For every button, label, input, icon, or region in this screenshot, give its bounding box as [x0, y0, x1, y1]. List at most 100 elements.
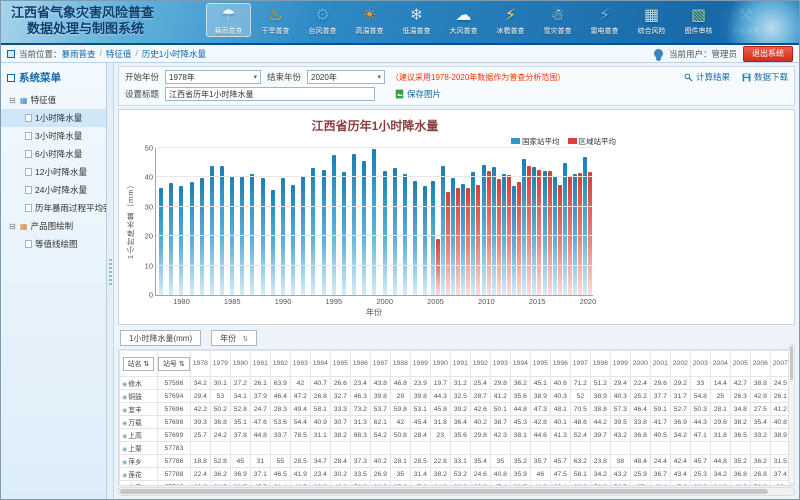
radio-icon[interactable]: ◉ — [122, 473, 127, 479]
table-row[interactable]: ◉宜丰5769642.250.252.824.728.349.458.133.3… — [120, 403, 791, 416]
typhoon-icon: ⚙ — [300, 4, 345, 27]
table-row[interactable]: ◉修水5759834.230.127.226.163.94240.726.623… — [120, 377, 791, 390]
radio-icon[interactable]: ◉ — [122, 382, 127, 388]
value-cell: 42.3 — [490, 429, 510, 442]
bar-group-1981 — [186, 148, 196, 295]
toolbar-item-settings[interactable]: ⚒系统设置 — [723, 3, 768, 37]
breadcrumb-item[interactable]: 暴雨普查 — [62, 48, 96, 60]
regional-bar-2010 — [487, 171, 491, 295]
station-sort-dropdown[interactable]: 站名 ⇅ — [123, 357, 155, 371]
value-cell: 50.1 — [490, 403, 510, 416]
table-row[interactable]: ◉万载5769839.336.835.147.653.654.440.930.7… — [120, 416, 791, 429]
station-name-cell[interactable]: ◉上高 — [120, 429, 158, 442]
expander-icon[interactable]: ⊟ — [9, 96, 17, 105]
value-cell: 26.9 — [370, 468, 390, 481]
station-name-cell[interactable]: ◉铜鼓 — [120, 390, 158, 403]
toolbar-item-hail[interactable]: ⚡冰雹普查 — [488, 3, 533, 37]
station-name-cell[interactable]: ◉上栗 — [120, 442, 158, 455]
table-row[interactable]: ◉宜春5779323.928.538.545.521.446.532.842.8… — [120, 481, 791, 487]
station-name-cell[interactable]: ◉莲花 — [120, 468, 158, 481]
sidebar-splitter[interactable] — [107, 63, 114, 499]
start-year-select[interactable]: 1978年 ▾ — [165, 70, 261, 84]
sidebar-item-24小时降水量[interactable]: 24小时降水量 — [1, 181, 106, 199]
value-cell — [570, 442, 590, 455]
value-cell: 43.2 — [610, 429, 630, 442]
table-row[interactable]: ◉莲花5778822.436.236.937.146.541.923.430.2… — [120, 468, 791, 481]
value-cell: 46 — [530, 468, 550, 481]
value-cell: 30.1 — [210, 377, 230, 390]
sidebar-item-6小时降水量[interactable]: 6小时降水量 — [1, 145, 106, 163]
gridline — [156, 206, 593, 207]
radio-icon[interactable]: ◉ — [122, 460, 127, 466]
breadcrumb-item[interactable]: 特征值 — [106, 48, 132, 60]
horizontal-scroll-thumb[interactable] — [120, 489, 768, 494]
value-cell: 49.4 — [290, 403, 310, 416]
value-cell: 34.1 — [230, 390, 250, 403]
value-cell: 36.4 — [450, 416, 470, 429]
toolbar-item-low-temp[interactable]: ❄低温普查 — [394, 3, 439, 37]
value-cell: 31.8 — [710, 429, 730, 442]
national-bar-1982 — [200, 178, 204, 295]
radio-icon[interactable]: ◉ — [122, 447, 127, 453]
sidebar-item-12小时降水量[interactable]: 12小时降水量 — [1, 163, 106, 181]
table-vertical-scrollbar[interactable] — [788, 344, 795, 485]
station-name-cell[interactable]: ◉萍乡 — [120, 455, 158, 468]
national-bar-2020 — [583, 157, 587, 295]
toolbar-item-rainstorm[interactable]: ☂暴雨普查 — [206, 3, 251, 37]
table-row[interactable]: ◉萍乡5778618.852.845315528.534.728.437.340… — [120, 455, 791, 468]
vertical-scroll-thumb[interactable] — [790, 346, 793, 380]
x-tick-label: 1985 — [224, 295, 241, 306]
code-sort-dropdown[interactable]: 站号 ⇅ — [158, 357, 190, 371]
radio-icon[interactable]: ◉ — [122, 395, 127, 401]
bar-group-2000 — [379, 148, 389, 295]
value-cell: 28.1 — [710, 403, 730, 416]
chart-title-input[interactable] — [165, 87, 375, 101]
toolbar-item-drought[interactable]: ♨干旱普查 — [253, 3, 298, 37]
calculate-button[interactable]: 计算结果 — [684, 71, 730, 83]
sidebar-item-等值线绘图[interactable]: 等值线绘图 — [1, 235, 106, 253]
tree-group-特征值[interactable]: ⊟▦特征值 — [1, 91, 106, 109]
sidebar-item-1小时降水量[interactable]: 1小时降水量 — [1, 109, 106, 127]
station-name-cell[interactable]: ◉宜丰 — [120, 403, 158, 416]
radio-icon[interactable]: ◉ — [122, 434, 127, 440]
toolbar-item-lightning[interactable]: ⚡雷电普查 — [582, 3, 627, 37]
toolbar-item-high-temp[interactable]: ☀高温普查 — [347, 3, 392, 37]
col-header-year-1991: 1991 — [450, 351, 470, 377]
app-title-line1: 江西省气象灾害风险普查 — [11, 5, 154, 21]
value-cell: 34.2 — [710, 468, 730, 481]
radio-icon[interactable]: ◉ — [122, 408, 127, 414]
col-header-year-1999: 1999 — [610, 351, 630, 377]
download-button[interactable]: 数据下载 — [742, 71, 788, 83]
toolbar-item-risk[interactable]: ▦综合风险 — [629, 3, 674, 37]
expander-icon[interactable]: ⊟ — [9, 222, 17, 231]
station-name-cell[interactable]: ◉万载 — [120, 416, 158, 429]
breadcrumb-item[interactable]: 历史1小时降水量 — [142, 48, 206, 60]
sidebar-item-label: 1小时降水量 — [35, 112, 82, 124]
value-cell: 40.3 — [610, 390, 630, 403]
table-row[interactable]: ◉铜鼓5769429.45334.137.946.447.226.832.746… — [120, 390, 791, 403]
sidebar-item-历年暴雨过程平均强度[interactable]: 历年暴雨过程平均强度 — [1, 199, 106, 217]
gale-icon: ☁ — [441, 4, 486, 27]
hail-icon: ⚡ — [488, 4, 533, 27]
horizontal-scrollbar[interactable] — [118, 487, 795, 496]
year-sort-dropdown[interactable]: 年份 ⇅ — [211, 330, 257, 346]
end-year-select[interactable]: 2020年 ▾ — [307, 70, 385, 84]
regional-bar-2015 — [537, 170, 541, 295]
table-row[interactable]: ◉上栗57783 — [120, 442, 791, 455]
value-cell: 33.7 — [270, 429, 290, 442]
value-cell: 46.3 — [350, 390, 370, 403]
value-cell: 35.2 — [730, 455, 750, 468]
save-image-button[interactable]: 保存图片 — [395, 88, 441, 100]
sidebar-item-3小时降水量[interactable]: 3小时降水量 — [1, 127, 106, 145]
toolbar-item-snow[interactable]: ☃雪灾普查 — [535, 3, 580, 37]
toolbar-item-typhoon[interactable]: ⚙台风普查 — [300, 3, 345, 37]
toolbar-item-map-review[interactable]: ▧图件审核 — [676, 3, 721, 37]
legend-label: 国家站平均 — [522, 137, 560, 146]
station-name-cell[interactable]: ◉修水 — [120, 377, 158, 390]
tree-group-产品图绘制[interactable]: ⊟▦产品图绘制 — [1, 217, 106, 235]
toolbar-item-gale[interactable]: ☁大风普查 — [441, 3, 486, 37]
logout-button[interactable]: 退出系统 — [743, 46, 793, 62]
radio-icon[interactable]: ◉ — [122, 421, 127, 427]
station-name-cell[interactable]: ◉宜春 — [120, 481, 158, 487]
table-row[interactable]: ◉上高5769925.724.237.844.833.778.531.138.2… — [120, 429, 791, 442]
